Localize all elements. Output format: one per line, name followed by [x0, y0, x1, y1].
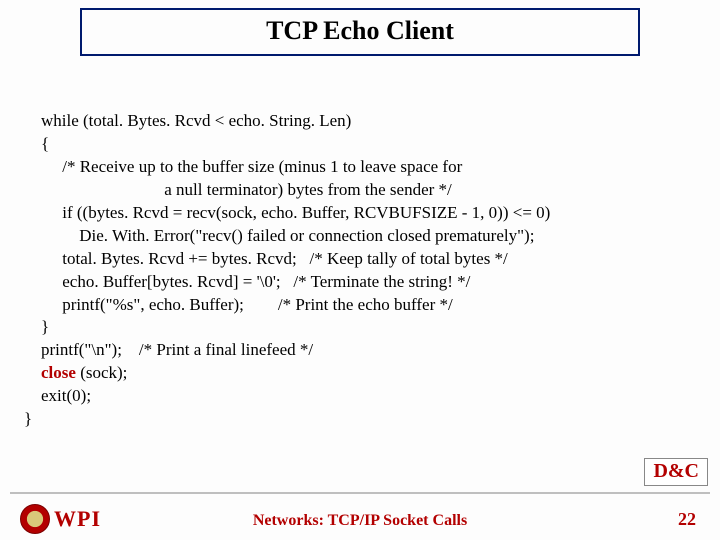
code-line: a null terminator) bytes from the sender…	[24, 179, 704, 202]
code-indent	[24, 363, 41, 382]
code-line: exit(0);	[24, 385, 704, 408]
code-line: while (total. Bytes. Rcvd < echo. String…	[24, 110, 704, 133]
dc-badge-text: D&C	[653, 460, 699, 482]
code-line: total. Bytes. Rcvd += bytes. Rcvd; /* Ke…	[24, 248, 704, 271]
code-line: printf("\n"); /* Print a final linefeed …	[24, 339, 704, 362]
slide-title: TCP Echo Client	[266, 16, 454, 45]
code-block: while (total. Bytes. Rcvd < echo. String…	[24, 110, 704, 431]
code-line: Die. With. Error("recv() failed or conne…	[24, 225, 704, 248]
code-rest: (sock);	[76, 363, 127, 382]
keyword-close: close	[41, 363, 76, 382]
code-line: /* Receive up to the buffer size (minus …	[24, 156, 704, 179]
code-line: printf("%s", echo. Buffer); /* Print the…	[24, 294, 704, 317]
code-line: }	[24, 408, 704, 431]
footer: WPI Networks: TCP/IP Socket Calls 22	[0, 492, 720, 540]
dc-badge: D&C	[644, 458, 708, 486]
code-line: }	[24, 316, 704, 339]
title-box: TCP Echo Client	[80, 8, 640, 56]
footer-title: Networks: TCP/IP Socket Calls	[0, 512, 720, 530]
footer-divider	[10, 492, 710, 494]
code-line: echo. Buffer[bytes. Rcvd] = '\0'; /* Ter…	[24, 271, 704, 294]
code-line: {	[24, 133, 704, 156]
code-line: close (sock);	[24, 362, 704, 385]
page-number: 22	[678, 509, 696, 530]
code-line: if ((bytes. Rcvd = recv(sock, echo. Buff…	[24, 202, 704, 225]
